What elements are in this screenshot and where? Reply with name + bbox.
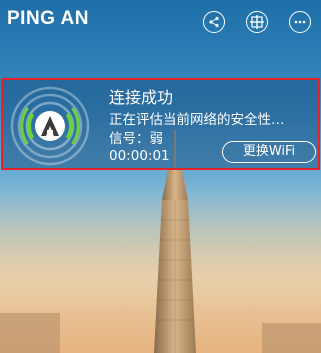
- connection-timer: 00:00:01: [109, 148, 170, 164]
- security-status-text: 正在评估当前网络的安全性…: [109, 112, 285, 128]
- wifi-signal-icon: [10, 86, 90, 166]
- app-logo: PING AN: [7, 8, 89, 29]
- top-toolbar: [203, 11, 311, 33]
- share-icon[interactable]: [203, 11, 225, 33]
- connection-status-card: 连接成功 正在评估当前网络的安全性… 信号：弱 00:00:01 更换WiFi: [1, 78, 320, 170]
- change-wifi-button[interactable]: 更换WiFi: [222, 141, 316, 163]
- connection-title: 连接成功: [109, 88, 174, 107]
- signal-strength-text: 信号：弱: [109, 131, 163, 147]
- grid-icon[interactable]: [246, 11, 268, 33]
- more-icon[interactable]: [289, 11, 311, 33]
